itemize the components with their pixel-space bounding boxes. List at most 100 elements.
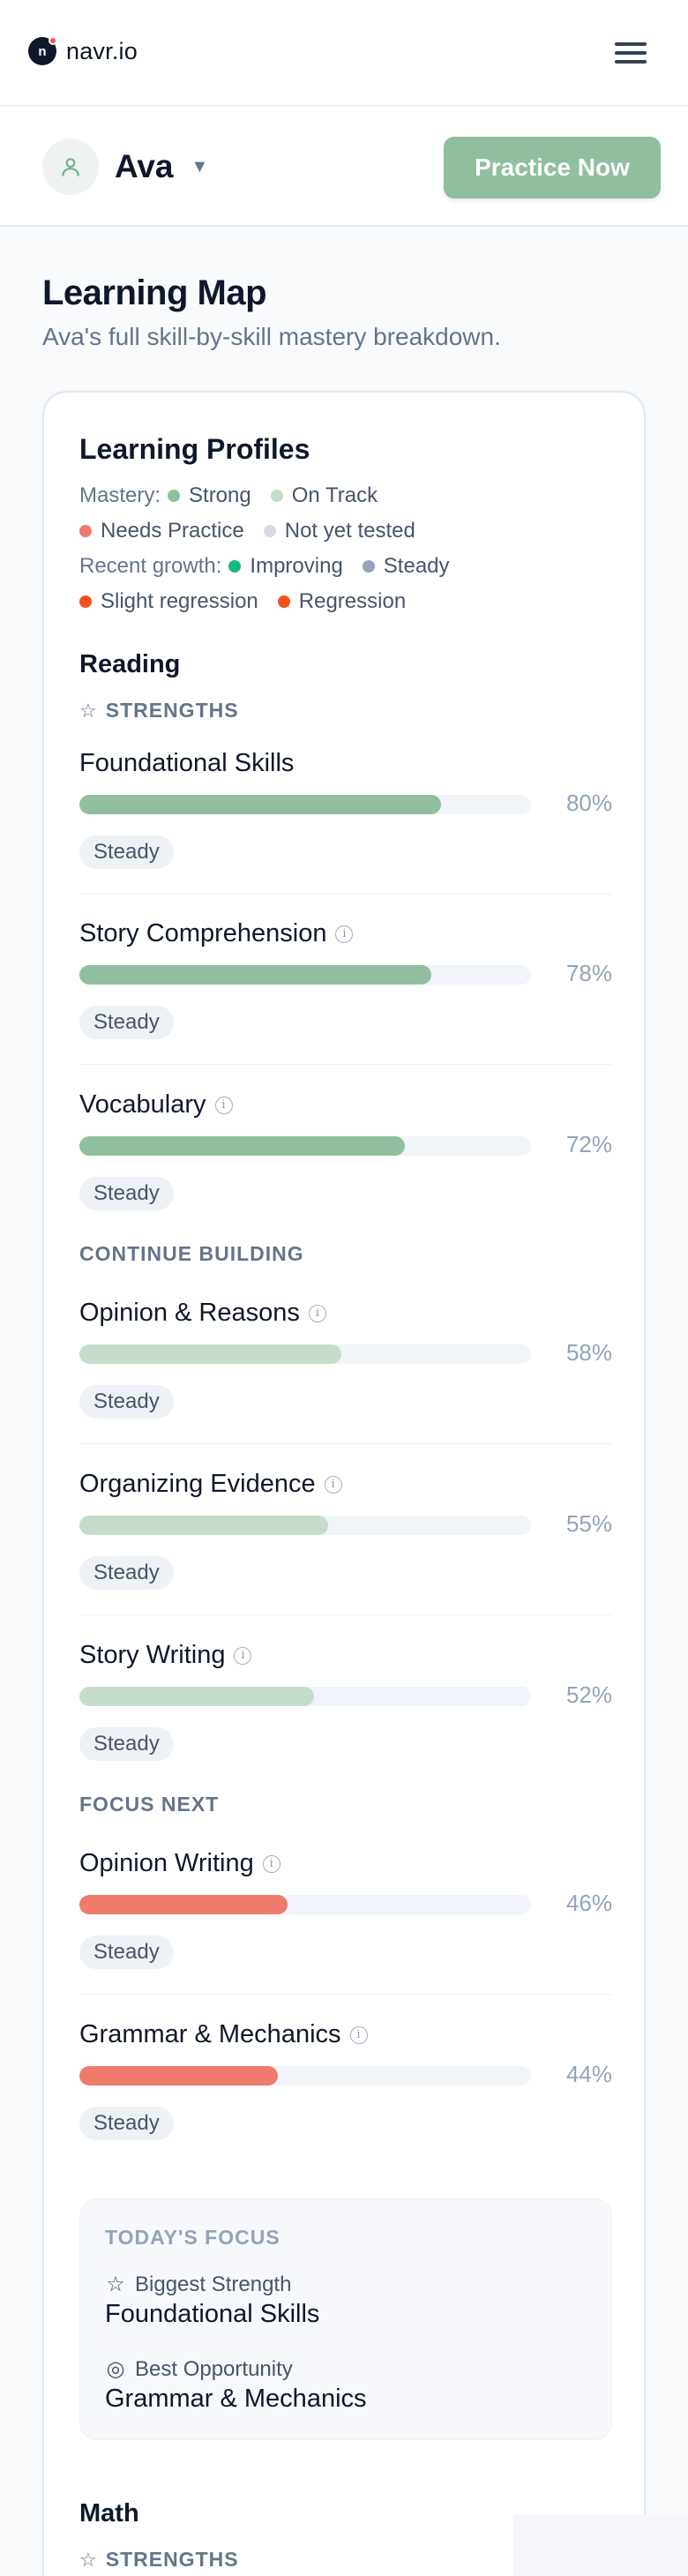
legend-not-tested: Not yet tested bbox=[263, 519, 415, 543]
status-badge: Steady bbox=[79, 1727, 174, 1761]
divider bbox=[79, 894, 612, 895]
progress-track bbox=[79, 1895, 531, 1914]
legend-needs-practice: Needs Practice bbox=[79, 519, 244, 543]
star-icon: ☆ bbox=[106, 2273, 125, 2296]
info-icon[interactable]: i bbox=[308, 1304, 326, 1322]
divider bbox=[79, 1064, 612, 1065]
todays-focus-panel: TODAY'S FOCUS ☆ Biggest Strength Foundat… bbox=[79, 2198, 612, 2440]
group-continue-building: CONTINUE BUILDING bbox=[79, 1242, 304, 1265]
info-icon[interactable]: i bbox=[349, 2026, 368, 2044]
subject-reading: Reading bbox=[79, 650, 181, 678]
group-strengths-label: STRENGTHS bbox=[105, 699, 239, 722]
divider bbox=[79, 1994, 612, 1995]
status-badge: Steady bbox=[79, 2107, 174, 2140]
status-badge: Steady bbox=[79, 1006, 174, 1039]
legend-regression: Regression bbox=[277, 589, 407, 614]
skill-percent: 46% bbox=[565, 1890, 612, 1916]
biggest-strength-label-text: Biggest Strength bbox=[135, 2272, 292, 2296]
progress-track bbox=[79, 1344, 531, 1364]
skill-name-text: Organizing Evidence bbox=[79, 1470, 316, 1498]
progress-fill bbox=[79, 1516, 328, 1535]
legend-label: Regression bbox=[298, 589, 407, 613]
progress-fill bbox=[79, 1136, 405, 1156]
legend-label: On Track bbox=[291, 483, 378, 507]
progress-track bbox=[79, 2066, 531, 2086]
skill-name: Story Writing i bbox=[79, 1641, 252, 1670]
legend-strong: Strong bbox=[168, 483, 251, 508]
skill-name-text: Opinion Writing bbox=[79, 1849, 254, 1877]
card-title: Learning Profiles bbox=[79, 433, 310, 465]
mastery-legend-row2: Needs Practice Not yet tested bbox=[79, 519, 435, 543]
subject-math: Math bbox=[79, 2499, 139, 2527]
skill-name-text: Story Comprehension bbox=[79, 919, 327, 947]
chevron-down-icon: ▼ bbox=[191, 156, 209, 176]
skill-name-text: Foundational Skills bbox=[79, 749, 295, 777]
top-nav-bar: n navr.io bbox=[0, 0, 688, 106]
mastery-legend-row1: Mastery: Strong On Track bbox=[79, 483, 397, 508]
legend-label: Steady bbox=[383, 554, 450, 578]
student-bar: Ava ▼ Practice Now bbox=[0, 107, 688, 227]
app-logo[interactable]: n navr.io bbox=[28, 36, 138, 65]
student-name: Ava bbox=[115, 148, 174, 184]
legend-on-track: On Track bbox=[270, 483, 378, 508]
skill-percent: 72% bbox=[565, 1131, 612, 1157]
growth-legend-row2: Slight regression Regression bbox=[79, 589, 425, 614]
skill-percent: 58% bbox=[565, 1339, 612, 1366]
group-strengths: ☆ STRENGTHS bbox=[79, 699, 239, 723]
status-badge: Steady bbox=[79, 1385, 174, 1419]
skill-name-text: Vocabulary bbox=[79, 1090, 206, 1119]
menu-icon[interactable] bbox=[610, 39, 653, 67]
legend-label: Strong bbox=[189, 483, 251, 507]
group-focus-next: FOCUS NEXT bbox=[79, 1793, 220, 1816]
legend-improving: Improving bbox=[228, 554, 343, 579]
star-icon: ☆ bbox=[79, 2548, 97, 2571]
skill-percent: 55% bbox=[565, 1510, 612, 1537]
biggest-strength-label: ☆ Biggest Strength bbox=[105, 2272, 291, 2297]
page-title: Learning Map bbox=[42, 273, 267, 312]
legend-steady: Steady bbox=[362, 554, 450, 579]
legend-dot bbox=[362, 560, 375, 573]
todays-focus-title: TODAY'S FOCUS bbox=[105, 2226, 280, 2249]
progress-fill bbox=[79, 1344, 341, 1364]
skill-name: Story Comprehension i bbox=[79, 919, 354, 948]
legend-label: Not yet tested bbox=[284, 519, 415, 543]
practice-now-button[interactable]: Practice Now bbox=[444, 137, 661, 198]
info-icon[interactable]: i bbox=[214, 1096, 233, 1114]
skill-percent: 52% bbox=[565, 1681, 612, 1708]
logo-mark: n bbox=[28, 36, 57, 65]
legend-label: Improving bbox=[250, 554, 343, 578]
legend-dot bbox=[79, 525, 92, 537]
progress-track bbox=[79, 965, 531, 985]
legend-dot bbox=[263, 525, 276, 537]
legend-dot bbox=[168, 490, 181, 502]
status-badge: Steady bbox=[79, 1556, 174, 1590]
info-icon[interactable]: i bbox=[324, 1475, 342, 1494]
progress-fill bbox=[79, 965, 432, 985]
target-icon: ◎ bbox=[106, 2357, 125, 2381]
group-strengths-math: ☆ STRENGTHS bbox=[79, 2548, 239, 2572]
legend-label: Needs Practice bbox=[101, 519, 244, 543]
status-badge: Steady bbox=[79, 1177, 174, 1210]
page-subtitle: Ava's full skill-by-skill mastery breakd… bbox=[42, 323, 501, 350]
skill-name: Opinion Writing i bbox=[79, 1849, 280, 1878]
best-opportunity-label-text: Best Opportunity bbox=[135, 2356, 293, 2381]
progress-fill bbox=[79, 1687, 315, 1706]
progress-track bbox=[79, 1136, 531, 1156]
growth-legend-label: Recent growth: bbox=[79, 554, 222, 578]
progress-fill bbox=[79, 2066, 279, 2086]
skill-name-text: Story Writing bbox=[79, 1641, 226, 1669]
group-strengths-label: STRENGTHS bbox=[105, 2548, 239, 2571]
info-icon[interactable]: i bbox=[234, 1646, 252, 1665]
info-icon[interactable]: i bbox=[262, 1854, 280, 1873]
info-icon[interactable]: i bbox=[335, 925, 354, 943]
progress-track bbox=[79, 1687, 531, 1706]
skill-name: Foundational Skills bbox=[79, 749, 294, 778]
corner-panel bbox=[513, 2514, 688, 2576]
learning-profiles-card: Learning Profiles Mastery: Strong On Tra… bbox=[42, 391, 646, 2576]
skill-name: Opinion & Reasons i bbox=[79, 1299, 326, 1328]
best-opportunity-value: Grammar & Mechanics bbox=[105, 2385, 367, 2413]
student-selector[interactable]: Ava ▼ bbox=[42, 139, 208, 195]
progress-track bbox=[79, 795, 531, 814]
skill-percent: 80% bbox=[565, 790, 612, 816]
biggest-strength-value: Foundational Skills bbox=[105, 2300, 320, 2328]
